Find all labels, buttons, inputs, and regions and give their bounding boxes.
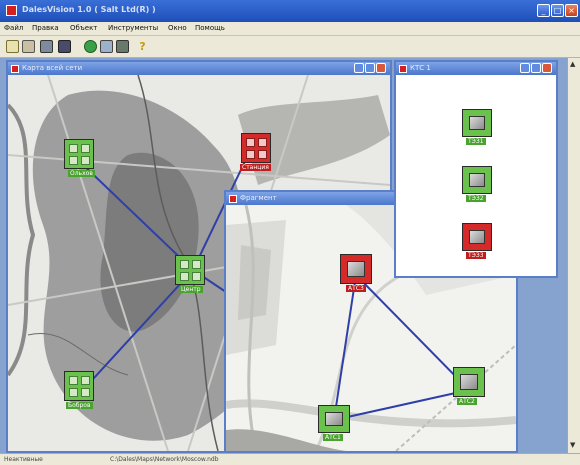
- node-ats1[interactable]: [318, 405, 350, 433]
- window-icon: [399, 65, 407, 73]
- window-titlebar[interactable]: Карта всей сети: [8, 62, 390, 75]
- node-center[interactable]: [175, 255, 205, 285]
- node-label: Ольхов: [68, 170, 95, 177]
- node-label: Бобров: [66, 402, 93, 409]
- help-icon[interactable]: ?: [136, 40, 149, 53]
- node-label: АТС3: [346, 285, 366, 292]
- menu-item-window[interactable]: Окно: [168, 24, 187, 32]
- window-close-button[interactable]: [376, 63, 386, 73]
- toolbar: ?: [0, 36, 580, 58]
- window-icon: [11, 65, 19, 73]
- minimize-button[interactable]: _: [537, 4, 550, 17]
- open-icon[interactable]: [22, 40, 35, 53]
- menu-item-edit[interactable]: Правка: [32, 24, 59, 32]
- menu-item-help[interactable]: Помощь: [195, 24, 225, 32]
- window-icon: [229, 195, 237, 203]
- node-olkhov[interactable]: [64, 139, 94, 169]
- app-titlebar: DalesVision 1.0 ( Salt Ltd(R) ) _ □ ×: [0, 0, 580, 22]
- station-panel: ТЭЗ1 ТЭЗ2 ТЭЗ3: [396, 75, 556, 276]
- refresh-icon[interactable]: [84, 40, 97, 53]
- window-maximize-button[interactable]: [531, 63, 541, 73]
- maximize-button[interactable]: □: [551, 4, 564, 17]
- menu-item-object[interactable]: Объект: [70, 24, 97, 32]
- node-ats3[interactable]: [340, 254, 372, 284]
- node-label: АТС2: [457, 398, 477, 405]
- node-station[interactable]: [241, 133, 271, 163]
- status-path: C:\Dales\Maps\Network\Moscow.ndb: [110, 456, 219, 463]
- document-icon[interactable]: [58, 40, 71, 53]
- node-ats2[interactable]: [453, 367, 485, 397]
- node-label: Станция: [240, 164, 271, 171]
- window-maximize-button[interactable]: [365, 63, 375, 73]
- app-title: DalesVision 1.0 ( Salt Ltd(R) ): [22, 5, 156, 14]
- window-title: КТС 1: [410, 64, 431, 72]
- close-button[interactable]: ×: [565, 4, 578, 17]
- module-label: ТЭЗ3: [466, 252, 486, 259]
- window-title: Фрагмент: [240, 194, 277, 202]
- menu-item-file[interactable]: Файл: [4, 24, 23, 32]
- module-tez2[interactable]: [462, 166, 492, 194]
- module-tez1[interactable]: [462, 109, 492, 137]
- node-label: АТС1: [323, 434, 343, 441]
- workspace-scrollbar[interactable]: ▲ ▼: [567, 58, 580, 453]
- app-logo-icon: [6, 5, 17, 16]
- window-title: Карта всей сети: [22, 64, 83, 72]
- status-left: Неактивные: [4, 456, 43, 463]
- module-tez3[interactable]: [462, 223, 492, 251]
- grid-icon[interactable]: [116, 40, 129, 53]
- find-icon[interactable]: [40, 40, 53, 53]
- status-bar: Неактивные C:\Dales\Maps\Network\Moscow.…: [0, 453, 580, 465]
- window-minimize-button[interactable]: [520, 63, 530, 73]
- node-label: Центр: [179, 286, 203, 293]
- window-titlebar[interactable]: КТС 1: [396, 62, 556, 75]
- settings-icon[interactable]: [100, 40, 113, 53]
- node-bobrov[interactable]: [64, 371, 94, 401]
- scroll-up-icon[interactable]: ▲: [570, 60, 575, 68]
- menu-item-tools[interactable]: Инструменты: [108, 24, 158, 32]
- menu-bar: Файл Правка Объект Инструменты Окно Помо…: [0, 22, 580, 36]
- station-window[interactable]: КТС 1 ТЭЗ1 ТЭЗ2 ТЭЗ3: [394, 60, 558, 278]
- window-minimize-button[interactable]: [354, 63, 364, 73]
- module-label: ТЭЗ1: [466, 138, 486, 145]
- module-label: ТЭЗ2: [466, 195, 486, 202]
- scroll-down-icon[interactable]: ▼: [570, 441, 575, 449]
- window-close-button[interactable]: [542, 63, 552, 73]
- new-icon[interactable]: [6, 40, 19, 53]
